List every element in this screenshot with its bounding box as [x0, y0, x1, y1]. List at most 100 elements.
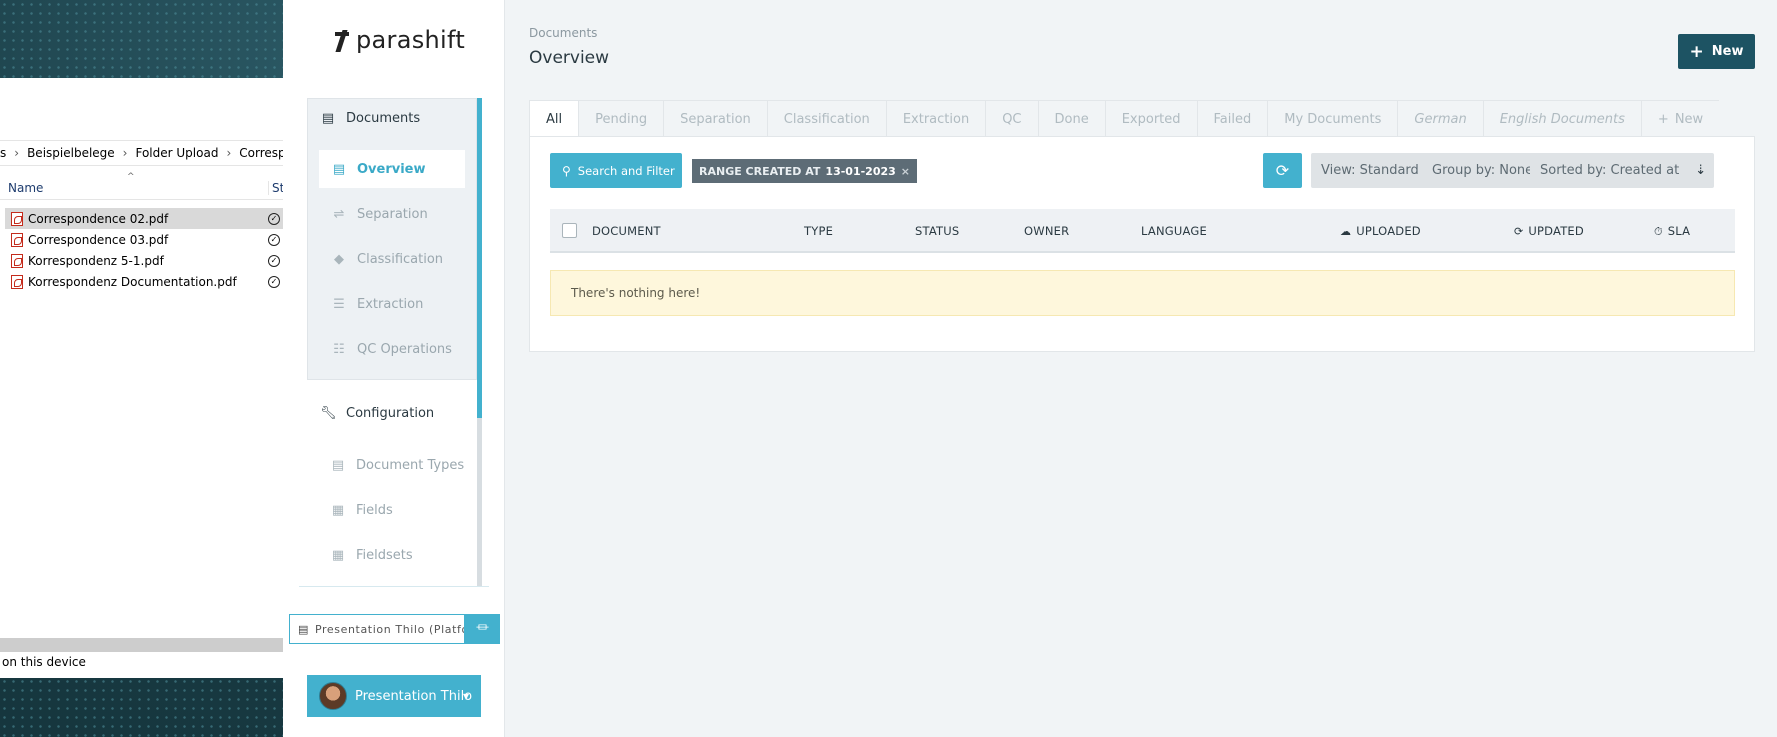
- sidebar-item-label: Fields: [356, 502, 393, 518]
- sidebar-divider: [299, 586, 489, 587]
- column-header-document[interactable]: DOCUMENT: [592, 224, 661, 238]
- chevron-down-icon: ▾: [462, 689, 469, 703]
- pdf-file-icon: [11, 274, 23, 289]
- list-icon: ☰: [333, 297, 345, 312]
- sidebar-item-fields[interactable]: ▦ Fields: [330, 491, 393, 529]
- file-name: Korrespondenz 5-1.pdf: [28, 253, 164, 268]
- chevron-right-icon: ›: [122, 146, 128, 160]
- sidebar-item-fieldsets[interactable]: ▦ Fieldsets: [330, 536, 413, 574]
- checklist-icon: ☷: [333, 342, 345, 357]
- group-by-button[interactable]: Group by: None: [1422, 153, 1544, 188]
- sidebar-item-label: Fieldsets: [356, 547, 413, 563]
- tab-exported[interactable]: Exported: [1105, 100, 1198, 137]
- search-icon: ⚲: [562, 163, 571, 178]
- cloud-upload-icon: ☁: [1340, 225, 1352, 238]
- tab-pending[interactable]: Pending: [579, 100, 665, 137]
- sidebar-item-classification[interactable]: ◆ Classification: [331, 240, 443, 278]
- logo[interactable]: parashift: [335, 26, 465, 54]
- filter-chip[interactable]: RANGE CREATED AT 13-01-2023 ×: [692, 159, 918, 183]
- sidebar-item-label: QC Operations: [357, 341, 452, 357]
- tab-all[interactable]: All: [529, 100, 580, 137]
- column-header-status[interactable]: STATUS: [915, 224, 959, 238]
- tab-done[interactable]: Done: [1038, 100, 1106, 137]
- tab-separation[interactable]: Separation: [664, 100, 768, 137]
- sidebar-item-document-types[interactable]: ▤ Document Types: [330, 446, 464, 484]
- breadcrumb-item[interactable]: s: [0, 146, 6, 160]
- breadcrumb-item[interactable]: Correspondence: [239, 146, 283, 160]
- tab-qc[interactable]: QC: [986, 100, 1039, 137]
- tenant-select-input[interactable]: ▤ Presentation Thilo (Platform): [289, 614, 465, 644]
- chevron-right-icon: ›: [14, 146, 20, 160]
- tab-classification[interactable]: Classification: [767, 100, 887, 137]
- sidebar-item-separation[interactable]: ⇌ Separation: [331, 195, 428, 233]
- view-select-button[interactable]: View: Standard: [1311, 153, 1429, 188]
- file-list: Correspondence 02.pdf ✓ Correspondence 0…: [5, 208, 283, 292]
- filter-chip-key: RANGE CREATED AT: [699, 164, 821, 178]
- horizontal-scrollbar[interactable]: [0, 638, 283, 652]
- search-button-label: Search and Filter: [577, 163, 675, 178]
- search-and-filter-button[interactable]: ⚲ Search and Filter: [550, 153, 682, 188]
- sort-button-label: Sorted by: Created at: [1540, 163, 1680, 178]
- refresh-button[interactable]: ⟳: [1263, 153, 1302, 188]
- column-header-name[interactable]: Name: [8, 181, 43, 195]
- tab-extraction[interactable]: Extraction: [886, 100, 987, 137]
- file-row[interactable]: Correspondence 02.pdf ✓: [5, 208, 283, 229]
- column-header-label: SLA: [1667, 224, 1691, 238]
- wrench-icon: 🔧︎: [320, 406, 337, 421]
- sidebar-item-documents[interactable]: ▤ Documents: [320, 99, 470, 137]
- sort-button[interactable]: Sorted by: Created at ⇣: [1530, 153, 1714, 188]
- desktop-pattern: [0, 0, 283, 80]
- file-row[interactable]: Korrespondenz Documentation.pdf ✓: [5, 271, 283, 292]
- sidebar-item-overview[interactable]: ▤ Overview: [319, 150, 465, 188]
- plus-icon: +: [1689, 41, 1704, 62]
- tab-my-documents[interactable]: My Documents: [1268, 100, 1399, 137]
- breadcrumb[interactable]: Documents: [529, 26, 597, 40]
- sidebar-item-label: Classification: [357, 251, 444, 267]
- file-name: Correspondence 02.pdf: [28, 211, 169, 226]
- column-header-language[interactable]: LANGUAGE: [1141, 224, 1207, 238]
- tab-english-documents[interactable]: English Documents: [1483, 100, 1642, 137]
- sidebar-item-configuration[interactable]: 🔧︎ Configuration: [320, 394, 434, 432]
- parashift-app: parashift ▤ Documents ▤ Overview ⇌ Separ…: [283, 0, 1777, 737]
- select-all-checkbox[interactable]: [562, 223, 577, 238]
- column-header-type[interactable]: TYPE: [804, 224, 833, 238]
- file-row[interactable]: Korrespondenz 5-1.pdf ✓: [5, 250, 283, 271]
- column-headers: Name Sta: [0, 176, 292, 200]
- sidebar-item-label: Overview: [357, 161, 426, 177]
- file-row[interactable]: Correspondence 03.pdf ✓: [5, 229, 283, 250]
- breadcrumb-item[interactable]: Beispielbelege: [27, 146, 115, 160]
- column-header-uploaded[interactable]: ☁ UPLOADED: [1340, 224, 1421, 238]
- close-icon[interactable]: ×: [901, 165, 910, 178]
- sync-status-icon: ✓: [268, 233, 280, 246]
- sidebar-item-qc-operations[interactable]: ☷ QC Operations: [331, 330, 452, 368]
- pdf-file-icon: [11, 253, 23, 268]
- tab-german[interactable]: German: [1398, 100, 1484, 137]
- tags-icon: ◆: [334, 252, 344, 267]
- sidebar-scrollbar-thumb[interactable]: [477, 98, 482, 418]
- column-header-updated[interactable]: ⟳ UPDATED: [1514, 224, 1584, 238]
- tab-failed[interactable]: Failed: [1197, 100, 1269, 137]
- add-tab-button[interactable]: + New: [1641, 100, 1720, 137]
- user-menu-button[interactable]: Presentation Thilo ▾: [307, 675, 481, 717]
- column-header-label: UPDATED: [1528, 224, 1584, 238]
- institution-button[interactable]: ⏛: [465, 614, 500, 644]
- document-icon: ▤: [321, 111, 335, 126]
- new-document-button[interactable]: + New: [1678, 34, 1755, 69]
- plus-icon: +: [1657, 112, 1669, 127]
- column-header-owner[interactable]: OWNER: [1024, 224, 1069, 238]
- address-bar[interactable]: s › Beispielbelege › Folder Upload › Cor…: [0, 140, 283, 166]
- column-header-sla[interactable]: ⏱ SLA: [1654, 224, 1690, 239]
- file-name: Korrespondenz Documentation.pdf: [28, 274, 237, 289]
- pdf-file-icon: [11, 211, 23, 226]
- sync-status-icon: ✓: [268, 212, 280, 225]
- document-icon: ▤: [332, 162, 346, 177]
- table-icon: ▦: [331, 503, 345, 518]
- empty-state-message: There's nothing here!: [550, 270, 1735, 316]
- sidebar-scrollbar-track[interactable]: [477, 418, 482, 586]
- sidebar-item-extraction[interactable]: ☰ Extraction: [331, 285, 423, 323]
- institution-icon: ⏛: [475, 621, 489, 636]
- sort-desc-icon: ⇣: [1695, 163, 1707, 178]
- sidebar-item-label: Documents: [346, 110, 421, 126]
- breadcrumb-item[interactable]: Folder Upload: [135, 146, 218, 160]
- main-content: Documents Overview + New All Pending Sep…: [505, 0, 1777, 737]
